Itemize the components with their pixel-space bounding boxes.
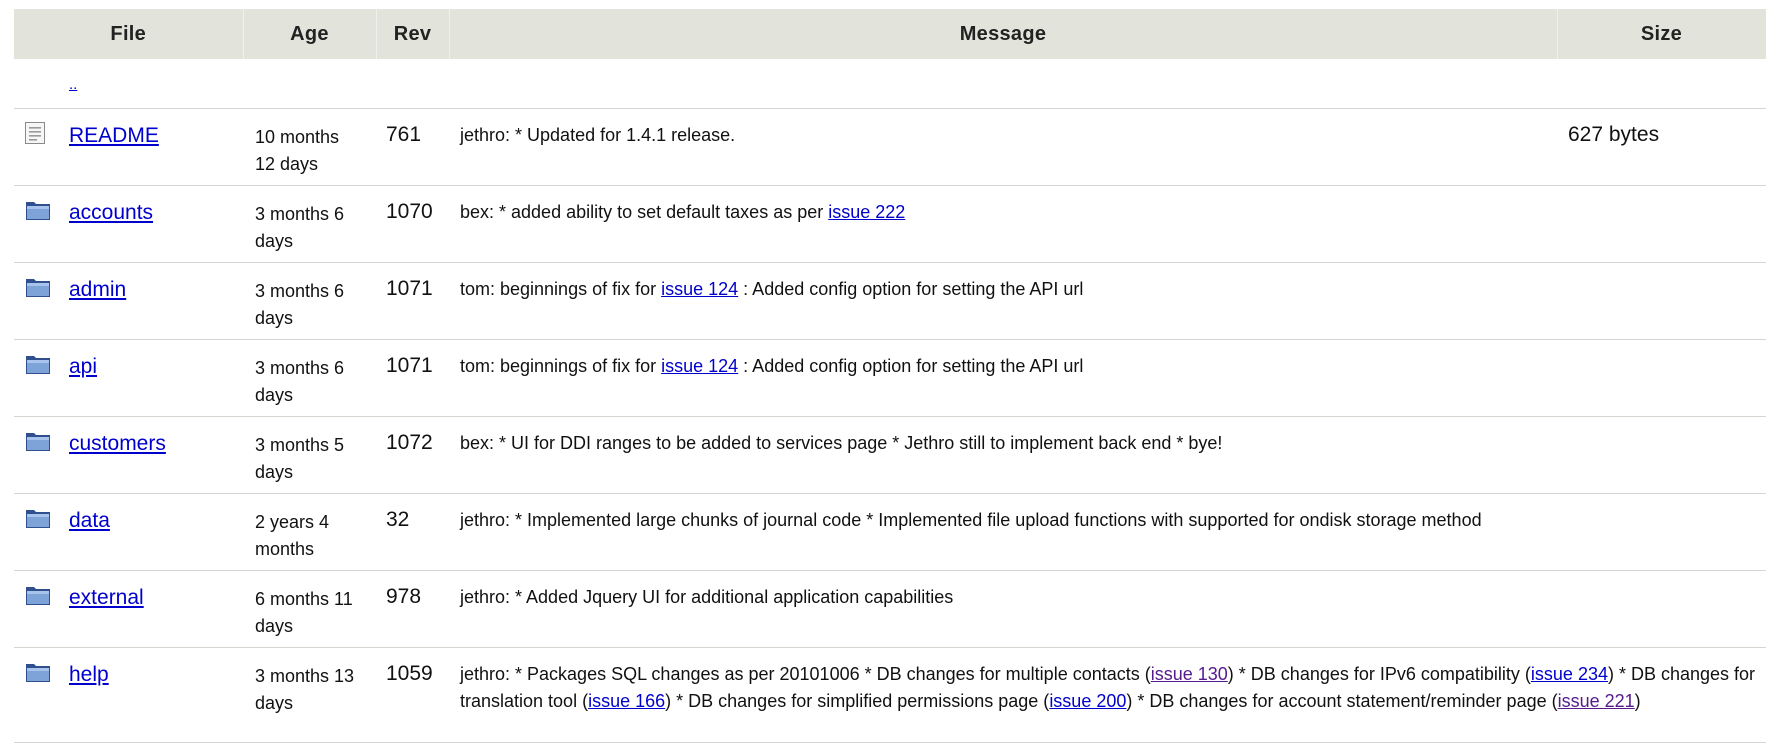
header-size[interactable]: Size [1557, 9, 1766, 59]
age-line2: 12 days [255, 153, 319, 174]
table-row: admin 3 months 6 days 1071 tom: beginnin… [14, 262, 1766, 340]
age-line2: days [255, 615, 294, 636]
rev-value: 32 [376, 493, 449, 571]
folder-link-help[interactable]: help [69, 663, 109, 686]
age-line1: 3 months 5 [255, 434, 345, 455]
table-row: README 10 months 12 days 761 jethro: * U… [14, 108, 1766, 186]
table-row: data 2 years 4 months 32 jethro: * Imple… [14, 493, 1766, 571]
age-line1: 3 months 6 [255, 203, 345, 224]
age-line2: days [255, 307, 294, 328]
commit-message: tom: beginnings of fix for issue 124 : A… [449, 339, 1557, 417]
size-value [1557, 339, 1766, 417]
age-line2: days [255, 384, 294, 405]
header-message[interactable]: Message [449, 9, 1558, 59]
age-line2: months [255, 538, 315, 559]
header-age[interactable]: Age [243, 9, 377, 59]
table-row: help 3 months 13 days 1059 jethro: * Pac… [14, 647, 1766, 743]
issue-link[interactable]: issue 166 [588, 691, 665, 711]
file-listing: File Age Rev Message Size .. README 10 m… [14, 9, 1766, 743]
folder-link-external[interactable]: external [69, 586, 144, 609]
rev-value: 1070 [376, 185, 449, 263]
table-row-parent: .. [14, 59, 1766, 109]
folder-link-customers[interactable]: customers [69, 432, 166, 455]
rev-value: 978 [376, 570, 449, 648]
age-line2: days [255, 461, 294, 482]
commit-message: bex: * UI for DDI ranges to be added to … [449, 416, 1557, 494]
age-line2: days [255, 230, 294, 251]
commit-message: jethro: * Updated for 1.4.1 release. [449, 108, 1557, 186]
issue-link[interactable]: issue 221 [1558, 691, 1635, 711]
parent-directory-link[interactable]: .. [69, 71, 77, 98]
size-value [1557, 416, 1766, 494]
folder-link-data[interactable]: data [69, 509, 110, 532]
file-cell: .. [69, 59, 243, 109]
age-line1: 10 months [255, 126, 340, 147]
age-line1: 3 months 6 [255, 280, 345, 301]
rev-value: 761 [376, 108, 449, 186]
rev-value: 1059 [376, 647, 449, 743]
rev-value: 1071 [376, 262, 449, 340]
table-row: customers 3 months 5 days 1072 bex: * UI… [14, 416, 1766, 494]
folder-icon [25, 353, 69, 375]
commit-message: jethro: * Implemented large chunks of jo… [449, 493, 1557, 571]
issue-link[interactable]: issue 200 [1049, 691, 1126, 711]
size-value [1557, 185, 1766, 263]
folder-link-api[interactable]: api [69, 355, 97, 378]
folder-icon [25, 584, 69, 606]
commit-message: jethro: * Added Jquery UI for additional… [449, 570, 1557, 648]
table-header-row: File Age Rev Message Size [14, 9, 1766, 59]
folder-icon [25, 430, 69, 452]
folder-icon [25, 661, 69, 683]
folder-icon [25, 199, 69, 221]
file-table: File Age Rev Message Size .. README 10 m… [14, 9, 1766, 743]
age-line1: 3 months 6 [255, 357, 345, 378]
folder-link-admin[interactable]: admin [69, 278, 126, 301]
issue-link[interactable]: issue 222 [828, 202, 905, 222]
age-line1: 6 months 11 [255, 588, 353, 609]
folder-link-accounts[interactable]: accounts [69, 201, 153, 224]
commit-message: tom: beginnings of fix for issue 124 : A… [449, 262, 1557, 340]
age-line1: 2 years 4 [255, 511, 330, 532]
folder-icon [25, 507, 69, 529]
size-value: 627 bytes [1557, 108, 1766, 186]
folder-icon [25, 276, 69, 298]
file-link-readme[interactable]: README [69, 124, 159, 147]
table-row: api 3 months 6 days 1071 tom: beginnings… [14, 339, 1766, 417]
issue-link[interactable]: issue 234 [1531, 664, 1608, 684]
rev-value: 1072 [376, 416, 449, 494]
table-row: external 6 months 11 days 978 jethro: * … [14, 570, 1766, 648]
icon-cell [14, 59, 69, 109]
issue-link[interactable]: issue 130 [1151, 664, 1228, 684]
age-line2: days [255, 692, 294, 713]
size-value [1557, 262, 1766, 340]
commit-message: bex: * added ability to set default taxe… [449, 185, 1557, 263]
table-row: accounts 3 months 6 days 1070 bex: * add… [14, 185, 1766, 263]
rev-value: 1071 [376, 339, 449, 417]
size-value [1557, 570, 1766, 648]
commit-message: jethro: * Packages SQL changes as per 20… [449, 647, 1766, 743]
size-value [1557, 493, 1766, 571]
file-icon [25, 121, 69, 144]
header-file[interactable]: File [14, 9, 244, 59]
age-line1: 3 months 13 [255, 665, 355, 686]
issue-link[interactable]: issue 124 [661, 356, 738, 376]
header-rev[interactable]: Rev [376, 9, 450, 59]
issue-link[interactable]: issue 124 [661, 279, 738, 299]
